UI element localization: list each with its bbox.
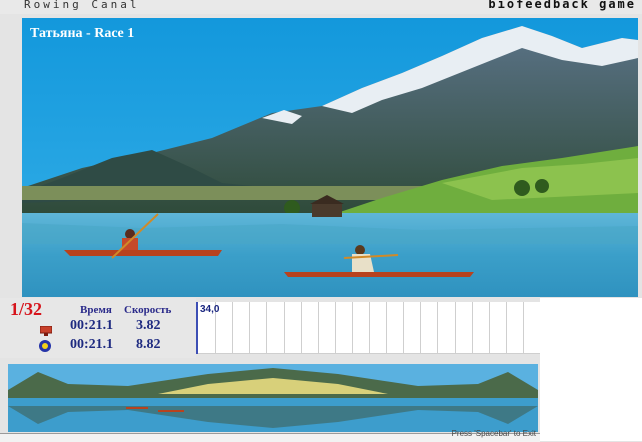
biofeedback-graph: 34,0 bbox=[196, 302, 540, 354]
mirrored-landscape bbox=[8, 364, 538, 432]
graph-grid bbox=[198, 302, 540, 354]
row-1-speed: 3.82 bbox=[136, 318, 161, 333]
row-1-time: 00:21.1 bbox=[70, 318, 114, 333]
player-icon bbox=[38, 339, 52, 358]
lake-landscape bbox=[22, 18, 638, 297]
race-scene: Татьяна - Race 1 bbox=[22, 18, 638, 297]
stats-panel: 1/32 Время Скорость 00:21.1 3.82 00:21.1… bbox=[0, 298, 196, 358]
lake-overview-strip bbox=[8, 364, 538, 432]
exit-hint: Press 'Spacebar' to Exit bbox=[451, 429, 536, 438]
speed-header: Скорость bbox=[124, 304, 172, 316]
app-title: Rowing Canal bbox=[24, 0, 140, 11]
blank-panel bbox=[540, 298, 642, 441]
race-position: 1/32 bbox=[10, 299, 43, 319]
race-label: Татьяна - Race 1 bbox=[30, 26, 135, 41]
brand-logo: biofeedback game bbox=[488, 0, 636, 11]
title-bar: Rowing Canal biofeedback game bbox=[0, 0, 642, 14]
time-header: Время bbox=[80, 304, 112, 316]
graph-value-label: 34,0 bbox=[200, 304, 220, 315]
row-2-time: 00:21.1 bbox=[70, 337, 114, 352]
row-2-speed: 8.82 bbox=[136, 337, 161, 352]
